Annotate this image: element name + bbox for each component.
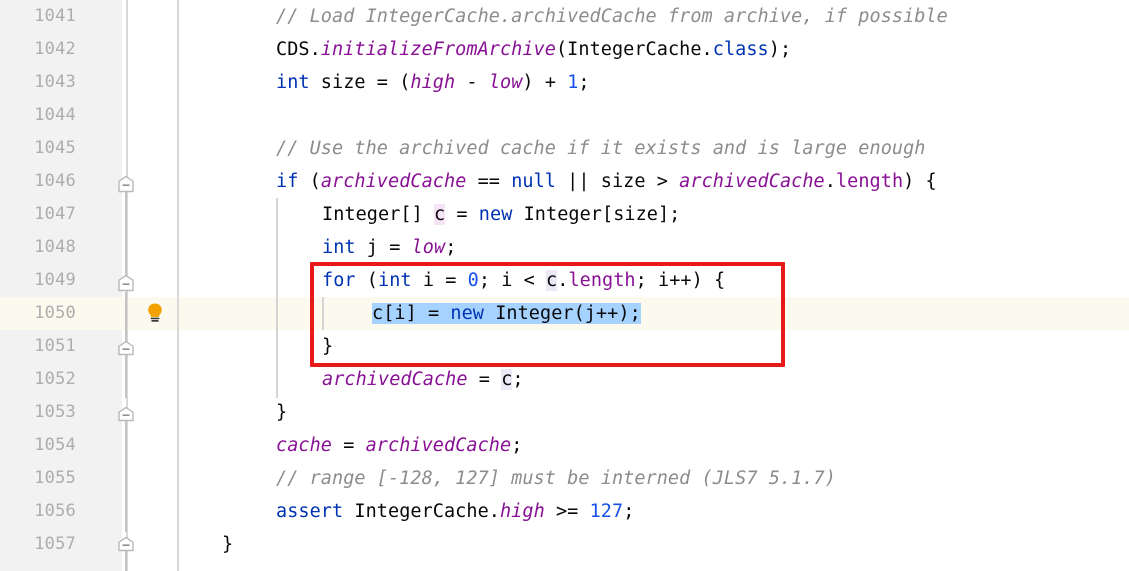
field-token: cache <box>276 435 332 456</box>
code-token: Integer[size]; <box>512 204 681 225</box>
highlighted-identifier: c <box>501 369 513 390</box>
code-line-1050[interactable]: c[i] = new Integer(j++); <box>372 297 641 330</box>
number-token: 0 <box>467 270 479 291</box>
keyword-token: int <box>378 270 412 291</box>
comment-token: // Use the archived cache if it exists a… <box>276 138 926 159</box>
code-token: ; i < <box>478 270 547 291</box>
code-line-1048[interactable]: int j = low; <box>322 231 456 264</box>
field-token: length <box>568 270 636 291</box>
code-text-area[interactable]: // Load IntegerCache.archivedCache from … <box>0 0 1129 571</box>
code-line-1046[interactable]: if (archivedCache == null || size > arch… <box>276 165 937 198</box>
field-token: low <box>411 237 446 258</box>
code-line-1041[interactable]: // Load IntegerCache.archivedCache from … <box>276 0 948 33</box>
field-token: low <box>488 72 523 93</box>
field-token: archivedCache <box>320 171 467 192</box>
code-line-1056[interactable]: assert IntegerCache.high >= 127; <box>276 495 634 528</box>
code-line-1054[interactable]: cache = archivedCache; <box>276 429 522 462</box>
code-token: } <box>276 402 288 423</box>
code-token: >= <box>544 501 590 522</box>
code-line-1051[interactable]: } <box>322 330 333 363</box>
field-token: archivedCache <box>322 369 468 390</box>
code-line-1055[interactable]: // range [-128, 127] must be interned (J… <box>276 462 836 495</box>
code-line-1045[interactable]: // Use the archived cache if it exists a… <box>276 132 925 165</box>
code-token: ; <box>511 435 523 456</box>
code-token: = <box>467 369 502 390</box>
field-token: archivedCache <box>679 171 825 192</box>
code-token: . <box>557 270 569 291</box>
keyword-token: int <box>276 72 310 93</box>
code-token: == <box>466 171 512 192</box>
code-token: c[i] = <box>372 303 451 324</box>
code-token: ; <box>578 72 590 93</box>
code-token: ); <box>768 39 792 60</box>
code-token: ) + <box>522 72 568 93</box>
keyword-token: int <box>322 237 356 258</box>
code-token: IntegerCache. <box>343 501 500 522</box>
code-token: ( <box>298 171 321 192</box>
keyword-token: new <box>478 204 513 225</box>
code-token: ) { <box>903 171 937 192</box>
keyword-token: null <box>511 171 556 192</box>
code-line-1053[interactable]: } <box>276 396 287 429</box>
code-token: = <box>332 435 366 456</box>
comment-token: // Load IntegerCache.archivedCache from … <box>276 6 948 27</box>
code-line-1057[interactable]: } <box>222 528 233 561</box>
number-token: 127 <box>589 501 624 522</box>
code-line-1047[interactable]: Integer[] c = new Integer[size]; <box>322 198 680 231</box>
highlighted-identifier: c <box>546 270 558 291</box>
code-token: - <box>455 72 489 93</box>
code-line-1049[interactable]: for (int i = 0; i < c.length; i++) { <box>322 264 725 297</box>
keyword-token: for <box>322 270 356 291</box>
code-token: ; <box>623 501 635 522</box>
code-token: || size > <box>555 171 680 192</box>
code-token: size = ( <box>309 72 411 93</box>
code-line-1042[interactable]: CDS.initializeFromArchive(IntegerCache.c… <box>276 33 791 66</box>
keyword-token: if <box>276 171 299 192</box>
keyword-token: new <box>450 303 484 324</box>
selected-text[interactable]: c[i] = new Integer(j++); <box>372 303 641 324</box>
code-token: (IntegerCache. <box>555 39 713 60</box>
code-line-1043[interactable]: int size = (high - low) + 1; <box>276 66 590 99</box>
code-token: } <box>222 534 234 555</box>
keyword-token: assert <box>276 501 344 522</box>
code-token: i = <box>411 270 468 291</box>
code-token: ; i++) { <box>635 270 726 291</box>
code-token: ; <box>445 237 457 258</box>
field-token: high <box>499 501 545 522</box>
code-token: Integer[] <box>322 204 434 225</box>
code-token: = <box>445 204 479 225</box>
code-token: CDS. <box>276 39 321 60</box>
code-line-1052[interactable]: archivedCache = c; <box>322 363 524 396</box>
field-token: high <box>410 72 456 93</box>
field-token: length <box>835 171 904 192</box>
number-token: 1 <box>567 72 579 93</box>
method-token: initializeFromArchive <box>320 39 556 60</box>
code-token: Integer(j++); <box>484 303 641 324</box>
code-token: } <box>322 336 334 357</box>
comment-token: // range [-128, 127] must be interned (J… <box>276 468 836 489</box>
code-token: ( <box>355 270 379 291</box>
field-token: archivedCache <box>365 435 512 456</box>
code-token: . <box>824 171 836 192</box>
keyword-token: class <box>712 39 769 60</box>
highlighted-identifier: c <box>433 204 446 225</box>
code-token: ; <box>512 369 524 390</box>
code-token: j = <box>355 237 412 258</box>
code-editor[interactable]: 1041 1042 1043 1044 1045 1046 1047 1048 … <box>0 0 1129 571</box>
